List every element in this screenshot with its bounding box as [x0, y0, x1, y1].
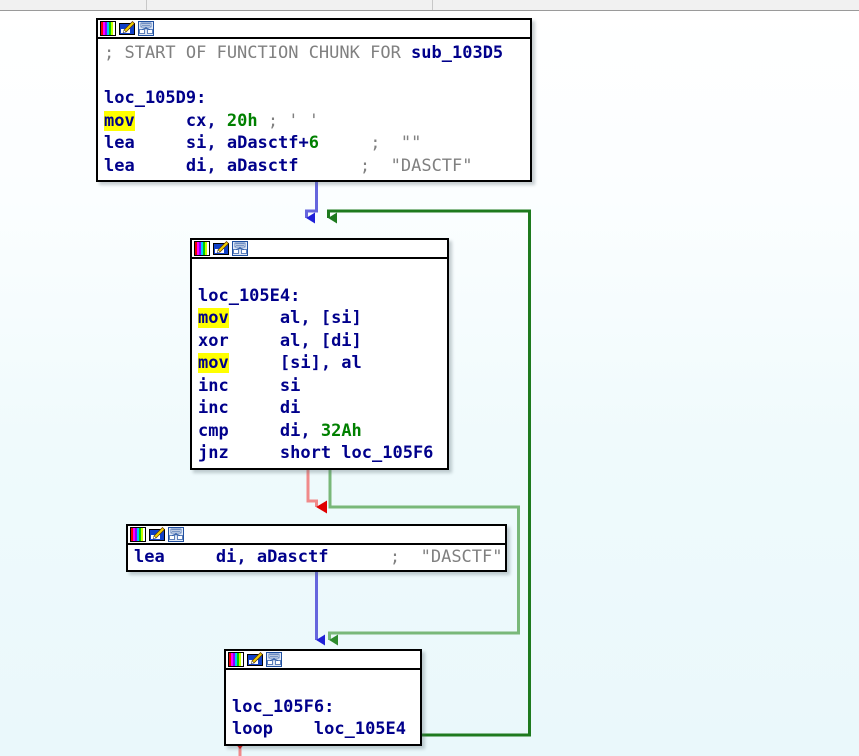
- graph-layout-icon[interactable]: [266, 652, 282, 667]
- instruction-line[interactable]: lea di, aDasctf ; "DASCTF": [128, 546, 505, 569]
- mnemonic-jnz[interactable]: jnz: [198, 443, 229, 463]
- operands: al, [si]: [228, 308, 362, 328]
- mnemonic-mov[interactable]: mov: [104, 110, 135, 131]
- mnemonic-mov[interactable]: mov: [198, 353, 229, 373]
- instruction-line[interactable]: mov al, [si]: [192, 307, 447, 330]
- operands: si: [228, 375, 301, 396]
- basic-block-lea-dasctf[interactable]: lea di, aDasctf ; "DASCTF": [126, 524, 507, 572]
- graph-layout-icon[interactable]: [138, 21, 154, 36]
- basic-block-loc-105d9[interactable]: ; START OF FUNCTION CHUNK FOR sub_103D5 …: [96, 18, 532, 182]
- color-palette-icon[interactable]: [228, 652, 244, 667]
- strip-separator-1: [146, 0, 147, 10]
- edit-pencil-icon[interactable]: [149, 527, 165, 542]
- ida-graph-view: ; START OF FUNCTION CHUNK FOR sub_103D5 …: [0, 0, 859, 756]
- operand-di-adasctf[interactable]: di, aDasctf: [165, 547, 329, 567]
- operand-imm-32ah: 32Ah: [320, 420, 362, 441]
- graph-canvas[interactable]: ; START OF FUNCTION CHUNK FOR sub_103D5 …: [0, 11, 859, 756]
- basic-block-loc-105f6[interactable]: loc_105F6: loop loc_105E4: [224, 649, 422, 746]
- mnemonic-lea[interactable]: lea: [104, 156, 135, 176]
- inline-comment: ; ' ': [257, 110, 319, 131]
- mnemonic-mov[interactable]: mov: [198, 308, 229, 328]
- instruction-line[interactable]: inc di: [192, 397, 447, 420]
- edit-pencil-icon[interactable]: [213, 241, 229, 256]
- operands: di,: [228, 420, 321, 441]
- edit-pencil-icon[interactable]: [119, 21, 135, 36]
- label-line: loc_105E4:: [192, 285, 447, 308]
- instruction-line[interactable]: mov cx, 20h ; ' ': [98, 110, 530, 133]
- comment-line: ; START OF FUNCTION CHUNK FOR sub_103D5: [98, 42, 530, 65]
- label-loc-105f6[interactable]: loc_105F6:: [232, 697, 334, 717]
- inline-comment-dasctf: ; "DASCTF": [389, 547, 503, 567]
- operands: di: [228, 398, 301, 418]
- label-loc-105d9[interactable]: loc_105D9:: [104, 88, 206, 108]
- inline-comment-dasctf: ; "DASCTF": [359, 155, 473, 176]
- instruction-line[interactable]: jnz short loc_105F6: [192, 442, 447, 465]
- color-palette-icon[interactable]: [130, 527, 146, 542]
- instruction-line[interactable]: xor al, [di]: [192, 330, 447, 353]
- mnemonic-lea[interactable]: lea: [104, 133, 135, 153]
- operand-target-loc-105e4[interactable]: loc_105E4: [273, 719, 406, 739]
- instruction-line[interactable]: mov [si], al: [192, 352, 447, 375]
- operand-cx: cx,: [185, 110, 227, 131]
- operands: [si], al: [228, 353, 362, 373]
- mnemonic-cmp[interactable]: cmp: [198, 421, 229, 441]
- node-body: lea di, aDasctf ; "DASCTF": [128, 545, 505, 570]
- instruction-line[interactable]: inc si: [192, 375, 447, 398]
- graph-layout-icon[interactable]: [232, 241, 248, 256]
- node-titlebar[interactable]: [98, 20, 530, 39]
- chunk-comment-text: ; START OF FUNCTION CHUNK FOR: [104, 43, 412, 63]
- mnemonic-xor[interactable]: xor: [198, 331, 229, 351]
- inline-comment: ; "": [370, 133, 422, 153]
- operand-target-loc-105f6[interactable]: short loc_105F6: [229, 443, 434, 463]
- instruction-line[interactable]: lea di, aDasctf ; "DASCTF": [98, 155, 530, 178]
- graph-layout-icon[interactable]: [168, 527, 184, 542]
- operand-si-adasctf[interactable]: si, aDasctf: [186, 133, 299, 153]
- node-body: ; START OF FUNCTION CHUNK FOR sub_103D5 …: [98, 39, 530, 180]
- strip-separator-2: [432, 0, 433, 10]
- instruction-line[interactable]: cmp di, 32Ah: [192, 420, 447, 443]
- mnemonic-inc[interactable]: inc: [198, 376, 229, 396]
- label-line: loc_105D9:: [98, 87, 530, 110]
- label-loc-105e4[interactable]: loc_105E4:: [198, 286, 300, 306]
- mnemonic-inc[interactable]: inc: [198, 398, 229, 418]
- edit-pencil-icon[interactable]: [247, 652, 263, 667]
- color-palette-icon[interactable]: [194, 241, 210, 256]
- operand-di-adasctf[interactable]: di, aDasctf: [186, 156, 299, 176]
- operand-offset-6: 6: [308, 133, 319, 153]
- label-line: loc_105F6:: [226, 696, 420, 719]
- basic-block-loc-105e4[interactable]: loc_105E4: mov al, [si] xor al, [di] mov…: [190, 238, 449, 470]
- sub-103d5-xref[interactable]: sub_103D5: [411, 43, 503, 63]
- color-palette-icon[interactable]: [100, 21, 116, 36]
- operand-imm-20h: 20h: [226, 110, 258, 131]
- mnemonic-loop[interactable]: loop: [232, 719, 273, 739]
- window-top-strip: [0, 0, 859, 11]
- node-body: loc_105F6: loop loc_105E4: [226, 670, 420, 744]
- instruction-line[interactable]: lea si, aDasctf+6 ; "": [98, 132, 530, 155]
- node-body: loc_105E4: mov al, [si] xor al, [di] mov…: [192, 259, 447, 468]
- mnemonic-lea[interactable]: lea: [134, 547, 165, 567]
- node-titlebar[interactable]: [226, 651, 420, 670]
- node-titlebar[interactable]: [192, 240, 447, 259]
- instruction-line[interactable]: loop loc_105E4: [226, 718, 420, 741]
- node-titlebar[interactable]: [128, 526, 505, 545]
- operands: al, [di]: [228, 330, 362, 351]
